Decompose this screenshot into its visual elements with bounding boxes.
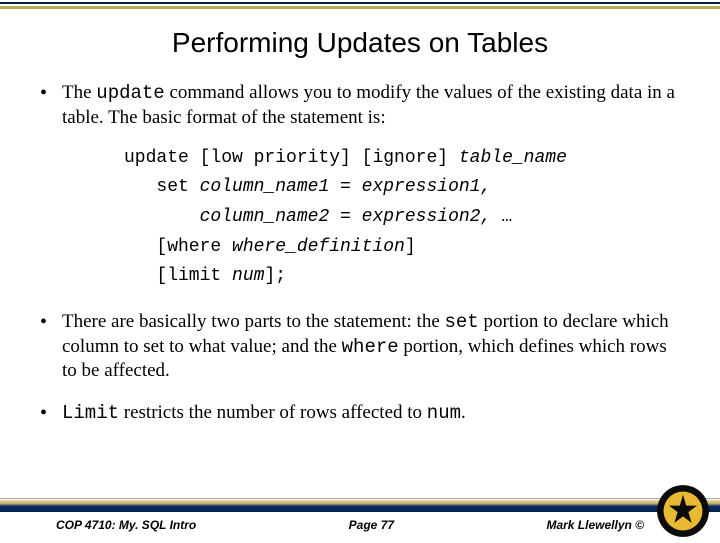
- top-gold-rule: [0, 6, 720, 9]
- code-line-2: set column_name1 = expression1,: [124, 173, 684, 203]
- slide-content: The update command allows you to modify …: [0, 81, 720, 426]
- code-l3-plain: [124, 207, 200, 227]
- code-line-4: [where where_definition]: [124, 233, 684, 263]
- code-line-5: [limit num];: [124, 262, 684, 292]
- footer-band: [0, 498, 720, 512]
- ucf-logo-icon: [656, 484, 710, 538]
- footer-course: COP 4710: My. SQL Intro: [56, 518, 196, 532]
- code-line-1: update [low priority] [ignore] table_nam…: [124, 144, 684, 174]
- bullet-3-p2: .: [461, 402, 466, 423]
- bullet-1-text-pre: The: [62, 82, 96, 103]
- bullet-2-c2: where: [342, 336, 399, 358]
- code-l4-plain: [where: [124, 237, 232, 257]
- code-l1-italic: table_name: [459, 148, 567, 168]
- code-l1-plain: update [low priority] [ignore]: [124, 148, 459, 168]
- code-line-3: column_name2 = expression2, …: [124, 203, 684, 233]
- footer-page: Page 77: [349, 518, 394, 532]
- bullet-3: Limit restricts the number of rows affec…: [36, 401, 684, 426]
- code-l5-close: ];: [264, 266, 286, 286]
- code-l2-italic: column_name1 = expression1,: [200, 177, 492, 197]
- footer: COP 4710: My. SQL Intro Page 77 Mark Lle…: [0, 498, 720, 542]
- bullet-list: The update command allows you to modify …: [36, 81, 684, 426]
- page-title: Performing Updates on Tables: [0, 27, 720, 59]
- bullet-2-p1: There are basically two parts to the sta…: [62, 311, 445, 332]
- bullet-3-c2: num: [427, 402, 461, 424]
- bullet-3-p1: restricts the number of rows affected to: [119, 402, 427, 423]
- code-block: update [low priority] [ignore] table_nam…: [124, 144, 684, 292]
- code-l4-close: ]: [405, 237, 416, 257]
- code-l5-italic: num: [232, 266, 264, 286]
- bullet-3-c1: Limit: [62, 402, 119, 424]
- code-l4-italic: where_definition: [232, 237, 405, 257]
- bullet-1: The update command allows you to modify …: [36, 81, 684, 292]
- code-l2-plain: set: [124, 177, 200, 197]
- code-l3-italic: column_name2 = expression2, …: [200, 207, 513, 227]
- code-l5-plain: [limit: [124, 266, 232, 286]
- bullet-1-code: update: [96, 82, 164, 104]
- bullet-2-c1: set: [445, 311, 479, 333]
- footer-text-row: COP 4710: My. SQL Intro Page 77 Mark Lle…: [0, 512, 720, 542]
- footer-author: Mark Llewellyn ©: [546, 518, 644, 532]
- bullet-2: There are basically two parts to the sta…: [36, 310, 684, 383]
